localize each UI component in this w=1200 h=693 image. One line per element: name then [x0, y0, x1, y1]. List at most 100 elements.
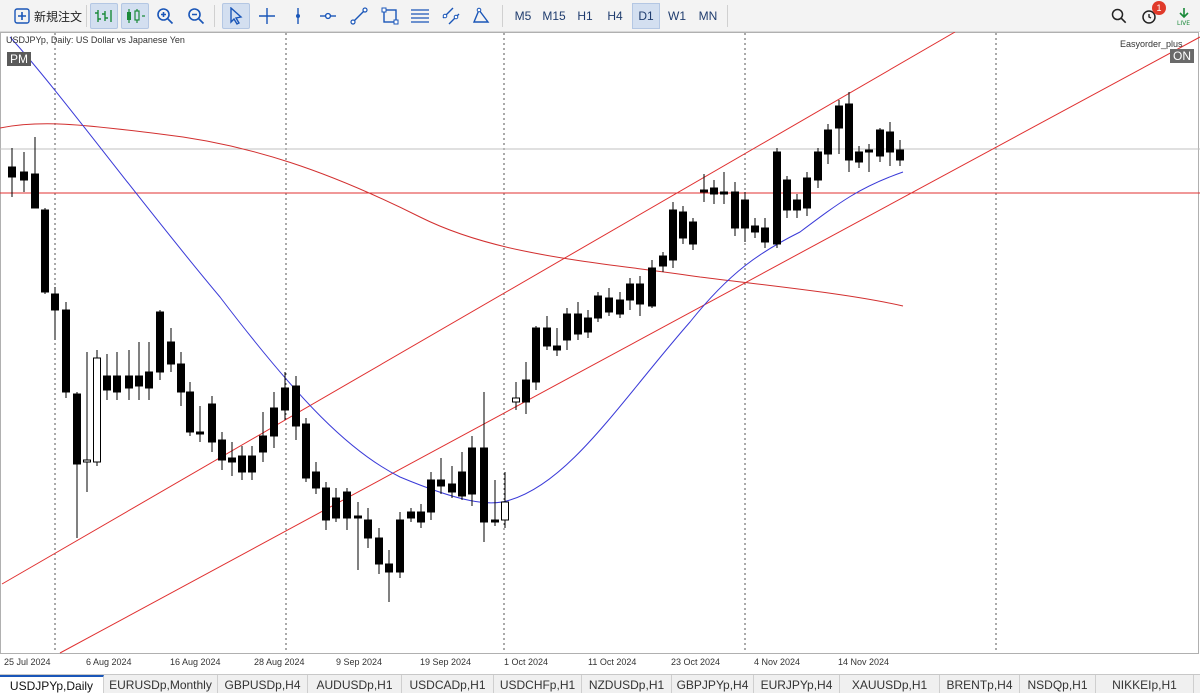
candle-bearish: [281, 387, 289, 411]
chart-tab[interactable]: GBPJPYp,H4: [672, 675, 754, 693]
ea-status-badge[interactable]: ON: [1170, 49, 1194, 63]
notifications-icon: 1: [1141, 1, 1166, 25]
candle-bearish: [259, 435, 267, 453]
chart-candles-button[interactable]: [121, 3, 149, 29]
zoom-in-button[interactable]: [154, 3, 176, 29]
chart-bars-button[interactable]: [90, 3, 118, 29]
candle-bearish: [364, 519, 372, 539]
candle-bearish: [689, 221, 697, 245]
rectangle-button[interactable]: [379, 3, 401, 29]
candle-bearish: [196, 431, 204, 435]
candle-bearish: [543, 327, 551, 347]
candle-bearish: [103, 375, 111, 391]
chart-tab[interactable]: AUDUSDp,H1: [308, 675, 402, 693]
candle-bearish: [238, 455, 246, 473]
chart-tab[interactable]: XAUUSDp,H1: [840, 675, 940, 693]
candle-bearish: [865, 149, 873, 153]
date-axis-label: 25 Jul 2024: [4, 657, 51, 667]
date-axis-label: 1 Oct 2024: [504, 657, 549, 667]
candle-bearish: [594, 295, 602, 319]
horizontal-line-icon: [319, 7, 337, 25]
search-button[interactable]: [1108, 3, 1130, 29]
candle-bearish: [156, 311, 164, 373]
date-axis-label: 14 Nov 2024: [838, 657, 890, 667]
date-axis-label: 4 Nov 2024: [754, 657, 801, 667]
trend-line-button[interactable]: [348, 3, 370, 29]
candle-bearish: [292, 385, 300, 427]
chart-tab[interactable]: GBPUSDp,H4: [218, 675, 308, 693]
channel-icon: [442, 7, 460, 25]
fibonacci-button[interactable]: [409, 3, 431, 29]
triangle-button[interactable]: [470, 3, 492, 29]
chart-tab[interactable]: BRENTp,H4: [940, 675, 1020, 693]
chart-candles-icon: [124, 8, 146, 24]
channel-button[interactable]: [440, 3, 462, 29]
vertical-line-icon: [289, 7, 307, 25]
zoom-out-button[interactable]: [185, 3, 207, 29]
chart-tab[interactable]: NSDQp,H1: [1020, 675, 1096, 693]
chart-canvas[interactable]: [0, 32, 1200, 674]
candle-bearish: [385, 563, 393, 573]
chart-tab[interactable]: NIKKEIp,H1: [1096, 675, 1194, 693]
zoom-in-icon: [156, 7, 174, 25]
crosshair-icon: [258, 7, 276, 25]
candle-bearish: [783, 179, 791, 211]
timeframe-h4[interactable]: H4: [603, 3, 627, 29]
candle-bearish: [553, 345, 561, 351]
date-axis-label: 16 Aug 2024: [170, 657, 221, 667]
candle-bearish: [563, 313, 571, 341]
candle-bearish: [375, 537, 383, 565]
timeframe-h1[interactable]: H1: [573, 3, 597, 29]
timeframe-mn[interactable]: MN: [694, 3, 722, 29]
toolbar-separator: [214, 5, 215, 27]
chart-bars-icon: [93, 8, 115, 24]
candle-bearish: [803, 177, 811, 209]
chart-tab[interactable]: USDCADp,H1: [402, 675, 494, 693]
candle-bearish: [51, 293, 59, 311]
candle-bearish: [793, 199, 801, 211]
candle-bearish: [659, 255, 667, 267]
candle-bearish: [669, 209, 677, 261]
search-icon: [1111, 8, 1127, 24]
candle-bearish: [876, 129, 884, 157]
timeframe-m5[interactable]: M5: [510, 3, 536, 29]
chart-tab[interactable]: NZDUSDp,H1: [582, 675, 672, 693]
signal-button[interactable]: LIVE: [1172, 3, 1196, 29]
timeframe-w1[interactable]: W1: [664, 3, 690, 29]
candle-bearish: [741, 199, 749, 229]
fibonacci-icon: [410, 7, 430, 25]
candle-bearish: [62, 309, 70, 393]
toolbar-separator: [86, 5, 87, 27]
crosshair-button[interactable]: [256, 3, 278, 29]
chart-tab[interactable]: EURJPYp,H4: [754, 675, 840, 693]
candle-bearish: [20, 171, 28, 181]
timeframe-m15[interactable]: M15: [540, 3, 568, 29]
candle-bearish: [896, 149, 904, 161]
candle-bearish: [208, 403, 216, 443]
notifications-button[interactable]: 1: [1138, 1, 1166, 29]
chart-tab[interactable]: USDCHFp,H1: [494, 675, 582, 693]
rectangle-icon: [381, 7, 399, 25]
price-chart[interactable]: USDJPYp, Daily: US Dollar vs Japanese Ye…: [0, 32, 1200, 674]
chart-tab[interactable]: USDJPYp,Daily: [0, 675, 104, 693]
chart-frame: [0, 32, 1199, 654]
vertical-line-button[interactable]: [287, 3, 309, 29]
cursor-button[interactable]: [222, 3, 250, 29]
candle-bearish: [312, 471, 320, 489]
candle-bearish: [814, 151, 822, 181]
candle-bearish: [761, 227, 769, 243]
candle-bearish: [886, 131, 894, 153]
svg-text:LIVE: LIVE: [1177, 20, 1190, 26]
candle-bearish: [186, 391, 194, 433]
new-order-button[interactable]: 新規注文: [8, 3, 88, 29]
candle-bearish: [605, 297, 613, 313]
candle-bearish: [113, 375, 121, 393]
candle-bearish: [626, 283, 634, 301]
horizontal-line-button[interactable]: [317, 3, 339, 29]
candle-bearish: [731, 191, 739, 229]
candle-bearish: [751, 225, 759, 233]
candle-bearish: [41, 209, 49, 293]
chart-tab[interactable]: EURUSDp,Monthly: [104, 675, 218, 693]
date-axis-label: 6 Aug 2024: [86, 657, 132, 667]
timeframe-d1[interactable]: D1: [632, 3, 660, 29]
